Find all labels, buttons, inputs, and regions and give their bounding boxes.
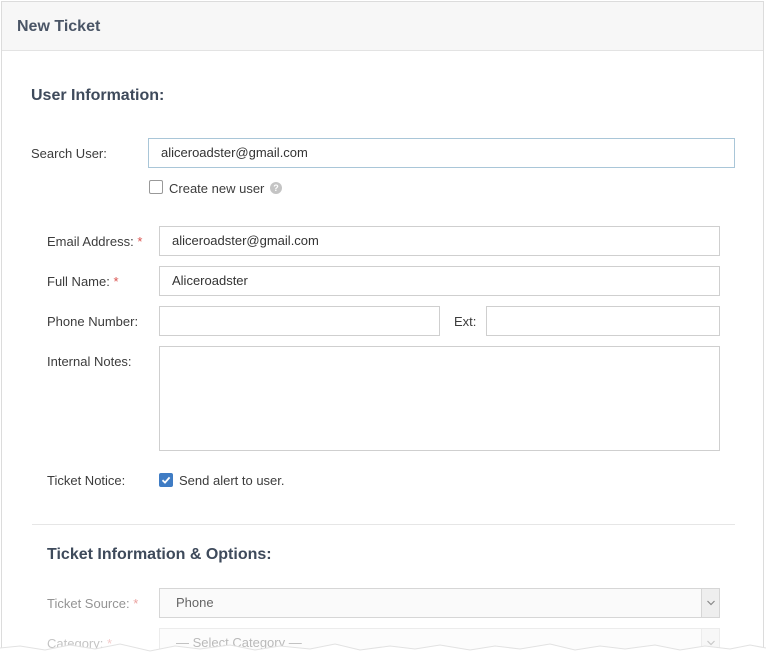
search-user-label: Search User:: [31, 146, 107, 161]
section-divider: [32, 524, 735, 525]
internal-notes-textarea[interactable]: [159, 346, 720, 451]
ticket-source-value: Phone: [176, 595, 214, 610]
internal-notes-label: Internal Notes:: [47, 354, 132, 369]
ticket-information-heading: Ticket Information & Options:: [47, 546, 272, 563]
question-circle-icon[interactable]: ?: [270, 182, 282, 194]
ext-field[interactable]: [486, 306, 720, 336]
full-name-field[interactable]: Aliceroadster: [159, 266, 720, 296]
email-address-label: Email Address: *: [47, 234, 143, 249]
send-alert-checkbox[interactable]: [159, 473, 173, 487]
chevron-down-icon: [707, 600, 715, 606]
user-information-heading: User Information:: [31, 87, 165, 104]
create-new-user-checkbox[interactable]: [149, 180, 163, 194]
panel-header: New Ticket: [2, 2, 763, 51]
phone-number-label: Phone Number:: [47, 314, 139, 329]
ext-label: Ext:: [454, 314, 477, 329]
send-alert-label: Send alert to user.: [179, 473, 285, 488]
page-title: New Ticket: [17, 18, 101, 35]
search-user-input[interactable]: aliceroadster@gmail.com: [148, 138, 735, 168]
new-ticket-panel: New Ticket User Information: Search User…: [1, 1, 764, 663]
email-address-field[interactable]: aliceroadster@gmail.com: [159, 226, 720, 256]
create-new-user-label: Create new user: [169, 181, 265, 196]
torn-edge-decoration: [0, 643, 766, 663]
ticket-notice-label: Ticket Notice:: [47, 473, 126, 488]
checkmark-icon: [161, 476, 171, 484]
ticket-source-dropdown-toggle[interactable]: [701, 589, 719, 617]
phone-number-field[interactable]: [159, 306, 440, 336]
ticket-source-select[interactable]: Phone: [159, 588, 720, 618]
full-name-label: Full Name: *: [47, 274, 119, 289]
ticket-source-label: Ticket Source: *: [47, 596, 139, 611]
